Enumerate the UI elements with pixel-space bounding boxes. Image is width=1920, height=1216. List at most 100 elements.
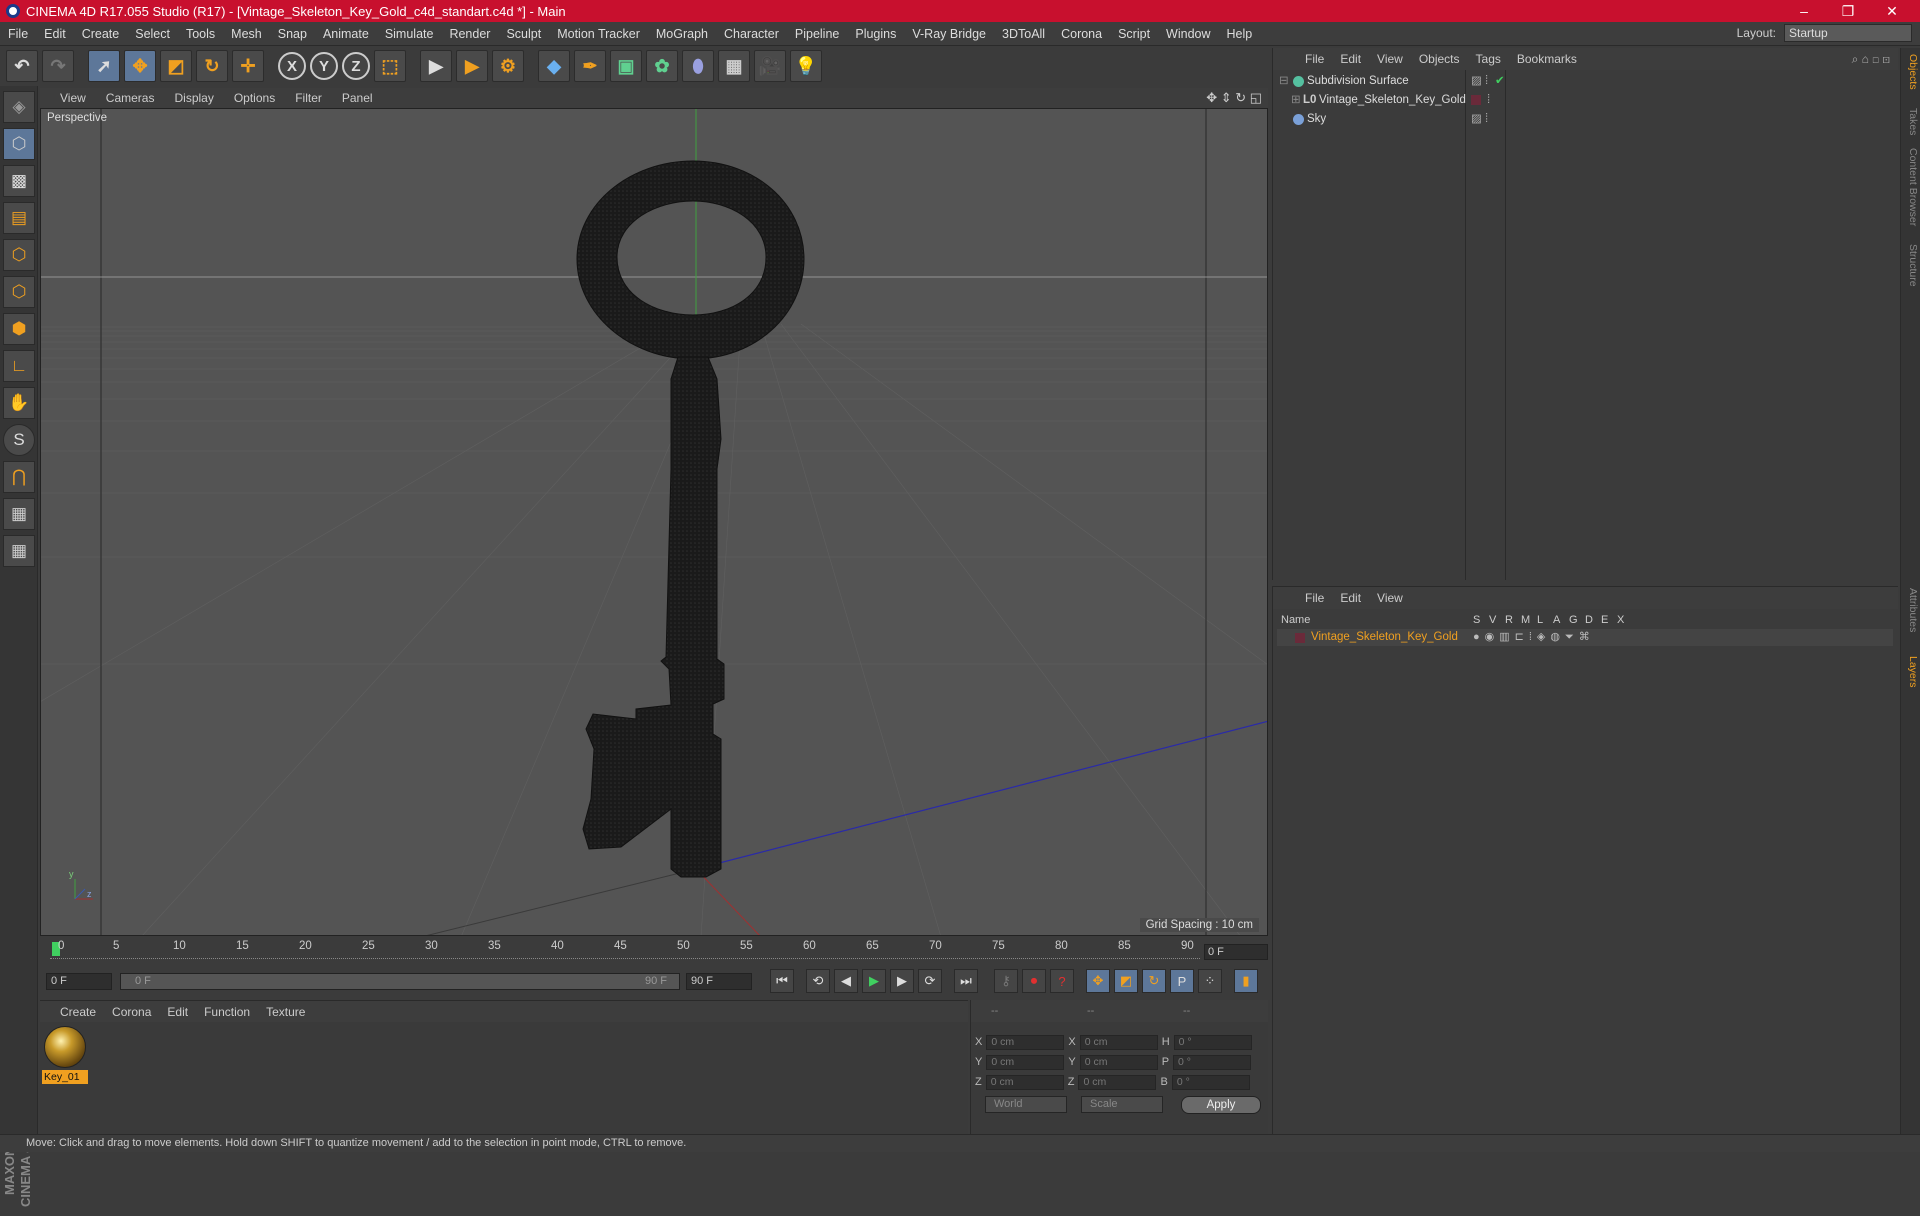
menu-window[interactable]: Window: [1158, 22, 1218, 46]
objects-menu-bookmarks[interactable]: Bookmarks: [1509, 52, 1585, 66]
menu-corona[interactable]: Corona: [1053, 22, 1110, 46]
move-tool-icon[interactable]: ✥: [124, 50, 156, 82]
layer-color-swatch[interactable]: [1295, 633, 1305, 643]
menu-plugins[interactable]: Plugins: [847, 22, 904, 46]
position-y-field[interactable]: 0 cm: [986, 1054, 1065, 1070]
previous-frame-icon[interactable]: ◀: [834, 969, 858, 993]
size-x-field[interactable]: 0 cm: [1079, 1034, 1158, 1050]
axis-mode-icon[interactable]: ∟: [3, 350, 35, 382]
tab-layers[interactable]: Layers: [1903, 656, 1919, 688]
render-picture-viewer-icon[interactable]: ▶: [456, 50, 488, 82]
minimize-button[interactable]: –: [1782, 0, 1826, 22]
render-view-icon[interactable]: ▶: [420, 50, 452, 82]
visibility-dots-icon[interactable]: ▨ ⁞: [1471, 110, 1488, 129]
menu-vray-bridge[interactable]: V-Ray Bridge: [904, 22, 994, 46]
tab-content-browser[interactable]: Content Browser: [1903, 148, 1919, 226]
tab-objects[interactable]: Objects: [1903, 54, 1919, 90]
play-icon[interactable]: ▶: [862, 969, 886, 993]
keyframe-selection-icon[interactable]: ?: [1050, 969, 1074, 993]
redo-icon[interactable]: ↷: [42, 50, 74, 82]
live-selection-icon[interactable]: ➚: [88, 50, 120, 82]
viewport-menu-filter[interactable]: Filter: [285, 91, 332, 105]
snapping-icon[interactable]: S: [3, 424, 35, 456]
layer-row-vintage-skeleton-key[interactable]: Vintage_Skeleton_Key_Gold ●◉▥⊏⁞◈◍⏷⌘: [1277, 629, 1893, 646]
material-preview-key-01[interactable]: [44, 1026, 86, 1068]
menu-file[interactable]: File: [0, 22, 36, 46]
timeline-ruler[interactable]: 0 5 10 15 20 25 30 35 40 45 50 55 60 65 …: [40, 936, 1268, 964]
expand-icon[interactable]: ⊞: [1291, 91, 1301, 110]
record-keys-icon[interactable]: ⚷: [994, 969, 1018, 993]
maximize-button[interactable]: ❐: [1826, 0, 1870, 22]
close-button[interactable]: ✕: [1870, 0, 1914, 22]
size-y-field[interactable]: 0 cm: [1079, 1054, 1158, 1070]
transform-mode-dropdown[interactable]: Scale: [1081, 1096, 1163, 1113]
objects-menu-tags[interactable]: Tags: [1468, 52, 1509, 66]
viewport-menu-view[interactable]: View: [50, 91, 96, 105]
objects-menu-edit[interactable]: Edit: [1332, 52, 1369, 66]
menu-3dtoall[interactable]: 3DToAll: [994, 22, 1053, 46]
layers-menu-edit[interactable]: Edit: [1332, 591, 1369, 605]
objects-menu-file[interactable]: File: [1297, 52, 1332, 66]
rotation-h-field[interactable]: 0 °: [1173, 1034, 1252, 1050]
cloner-mograph-icon[interactable]: ✿: [646, 50, 678, 82]
tweak-mode-icon[interactable]: ✋: [3, 387, 35, 419]
material-menu-texture[interactable]: Texture: [258, 1005, 313, 1019]
menu-character[interactable]: Character: [716, 22, 787, 46]
apply-button[interactable]: Apply: [1181, 1096, 1261, 1114]
position-z-field[interactable]: 0 cm: [985, 1074, 1064, 1090]
autokey-icon[interactable]: ⏺: [1022, 969, 1046, 993]
key-scale-icon[interactable]: ◩: [1114, 969, 1138, 993]
z-axis-lock-icon[interactable]: Z: [342, 52, 370, 80]
texture-mode-icon[interactable]: ▩: [3, 165, 35, 197]
subdivision-generator-icon[interactable]: ▣: [610, 50, 642, 82]
pen-spline-icon[interactable]: ✒: [574, 50, 606, 82]
size-z-field[interactable]: 0 cm: [1078, 1074, 1157, 1090]
menu-render[interactable]: Render: [441, 22, 498, 46]
menu-select[interactable]: Select: [127, 22, 178, 46]
menu-animate[interactable]: Animate: [315, 22, 377, 46]
key-pla-icon[interactable]: ⁘: [1198, 969, 1222, 993]
deformer-icon[interactable]: ⬮: [682, 50, 714, 82]
next-frame-icon[interactable]: ▶: [890, 969, 914, 993]
position-x-field[interactable]: 0 cm: [986, 1034, 1065, 1050]
polygons-mode-icon[interactable]: ⬢: [3, 313, 35, 345]
x-axis-lock-icon[interactable]: X: [278, 52, 306, 80]
start-frame-field[interactable]: 0 F: [46, 972, 112, 990]
object-row-sky[interactable]: Sky ▨ ⁞: [1273, 110, 1899, 129]
y-axis-lock-icon[interactable]: Y: [310, 52, 338, 80]
layer-color-swatch[interactable]: [1471, 95, 1481, 105]
enabled-check-icon[interactable]: ✔: [1495, 72, 1505, 91]
light-icon[interactable]: 💡: [790, 50, 822, 82]
preview-range-slider[interactable]: 0 F 90 F: [120, 972, 680, 990]
menu-script[interactable]: Script: [1110, 22, 1158, 46]
menu-motion-tracker[interactable]: Motion Tracker: [549, 22, 648, 46]
undo-icon[interactable]: ↶: [6, 50, 38, 82]
go-to-start-icon[interactable]: ⏮: [770, 969, 794, 993]
layers-menu-view[interactable]: View: [1369, 591, 1411, 605]
viewport-navigation-icons[interactable]: ✥ ⇕ ↻ ◱: [1206, 90, 1262, 106]
menu-edit[interactable]: Edit: [36, 22, 74, 46]
points-mode-icon[interactable]: ⬡: [3, 239, 35, 271]
key-parameter-icon[interactable]: P: [1170, 969, 1194, 993]
previous-key-icon[interactable]: ⟲: [806, 969, 830, 993]
material-menu-corona[interactable]: Corona: [104, 1005, 159, 1019]
material-name[interactable]: Key_01: [42, 1070, 88, 1084]
menu-simulate[interactable]: Simulate: [377, 22, 442, 46]
coordinate-space-dropdown[interactable]: World: [985, 1096, 1067, 1113]
layout-dropdown[interactable]: Startup: [1784, 24, 1912, 42]
menu-pipeline[interactable]: Pipeline: [787, 22, 847, 46]
end-frame-field[interactable]: 90 F: [686, 972, 752, 990]
menu-create[interactable]: Create: [74, 22, 128, 46]
expand-icon[interactable]: ⊟: [1279, 72, 1289, 91]
floor-environment-icon[interactable]: ▦: [718, 50, 750, 82]
edges-mode-icon[interactable]: ⬡: [3, 276, 35, 308]
key-rotation-icon[interactable]: ↻: [1142, 969, 1166, 993]
layers-menu-file[interactable]: File: [1297, 591, 1332, 605]
object-row-subdivision-surface[interactable]: ⊟ Subdivision Surface ▨ ⁞ ✔: [1273, 72, 1899, 91]
transform-tool-icon[interactable]: ✛: [232, 50, 264, 82]
workplane-mode-icon[interactable]: ▤: [3, 202, 35, 234]
viewport-menu-panel[interactable]: Panel: [332, 91, 383, 105]
workplane-lock-icon[interactable]: ▦: [3, 498, 35, 530]
menu-mograph[interactable]: MoGraph: [648, 22, 716, 46]
rotate-tool-icon[interactable]: ↻: [196, 50, 228, 82]
